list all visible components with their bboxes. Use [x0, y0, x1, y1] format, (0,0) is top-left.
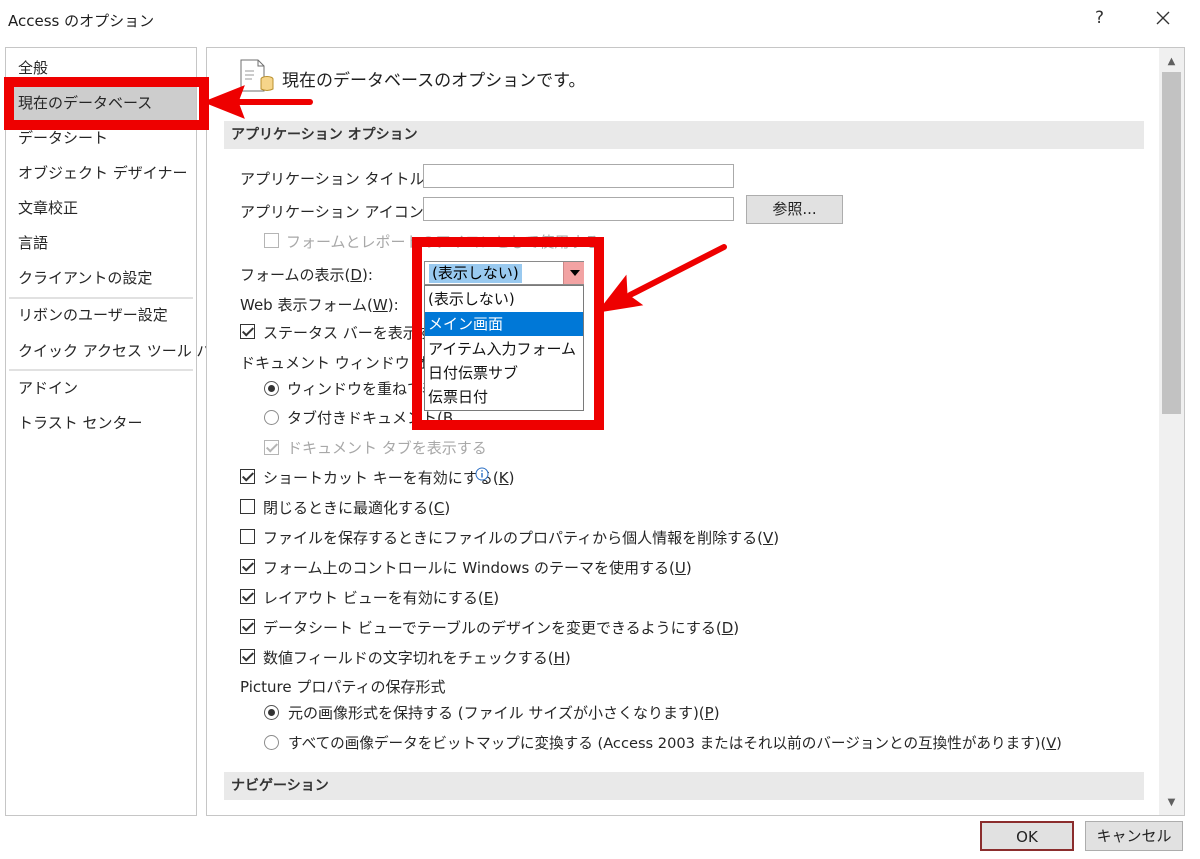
preserve-format-label: 元の画像形式を保持する (ファイル サイズが小さくなります)(P)	[288, 704, 720, 722]
info-icon[interactable]	[475, 467, 489, 481]
datasheet-design-checkbox[interactable]	[240, 619, 255, 634]
datasheet-design-label: データシート ビューでテーブルのデザインを変更できるようにする(D)	[263, 619, 740, 637]
status-bar-checkbox[interactable]	[240, 324, 255, 339]
display-form-label: フォームの表示(D):	[240, 266, 373, 284]
scroll-down-icon[interactable]: ▼	[1161, 793, 1182, 813]
window-title: Access のオプション	[8, 12, 155, 30]
preserve-format-radio[interactable]	[264, 705, 279, 720]
options-sidebar: 全般 現在のデータベース データシート オブジェクト デザイナー 文章校正 言語…	[5, 47, 227, 816]
app-icon-label: アプリケーション アイコン(I):	[240, 203, 445, 221]
tabbed-docs-radio[interactable]	[264, 410, 279, 425]
sidebar-item-client-settings[interactable]: クライアントの設定	[6, 261, 196, 296]
layout-view-label: レイアウト ビューを有効にする(E)	[263, 589, 500, 607]
numeric-truncation-checkbox[interactable]	[240, 649, 255, 664]
form-report-icon-checkbox[interactable]	[264, 233, 279, 248]
convert-bitmap-label: すべての画像データをビットマップに変換する (Access 2003 またはそれ…	[288, 735, 1062, 752]
remove-personal-info-label: ファイルを保存するときにファイルのプロパティから個人情報を削除する(V)	[263, 529, 780, 547]
compact-on-close-label: 閉じるときに最適化する(C)	[263, 499, 451, 517]
app-title-label: アプリケーション タイトル(T):	[240, 170, 450, 188]
app-icon-input[interactable]	[423, 197, 734, 221]
help-button[interactable]: ?	[1095, 8, 1104, 28]
cancel-button[interactable]: キャンセル	[1085, 821, 1183, 851]
database-options-icon	[240, 59, 274, 92]
sidebar-item-object-designers[interactable]: オブジェクト デザイナー	[6, 156, 196, 191]
section-application-options: アプリケーション オプション	[224, 121, 1144, 149]
show-doc-tabs-label: ドキュメント タブを表示する	[287, 439, 487, 457]
sidebar-item-quick-access-toolbar[interactable]: クイック アクセス ツール バー	[6, 334, 227, 369]
sidebar-item-language[interactable]: 言語	[6, 226, 196, 261]
remove-personal-info-checkbox[interactable]	[240, 529, 255, 544]
show-doc-tabs-checkbox[interactable]	[264, 440, 279, 455]
page-header: 現在のデータベースのオプションです。	[282, 71, 586, 91]
ok-button[interactable]: OK	[980, 821, 1074, 851]
windows-theme-label: フォーム上のコントロールに Windows のテーマを使用する(U)	[263, 559, 692, 577]
browse-button[interactable]: 参照...	[746, 195, 843, 224]
annotation-highlight-dropdown	[412, 237, 604, 430]
annotation-highlight-sidebar	[4, 77, 209, 130]
overlap-windows-radio[interactable]	[264, 381, 279, 396]
scroll-up-icon[interactable]: ▲	[1161, 52, 1182, 72]
web-display-form-label: Web 表示フォーム(W):	[240, 296, 399, 314]
layout-view-checkbox[interactable]	[240, 589, 255, 604]
convert-bitmap-radio[interactable]	[264, 735, 279, 750]
numeric-truncation-label: 数値フィールドの文字切れをチェックする(H)	[263, 649, 571, 667]
app-title-input[interactable]	[423, 164, 734, 188]
picture-storage-label: Picture プロパティの保存形式	[240, 678, 446, 696]
sidebar-item-proofing[interactable]: 文章校正	[6, 191, 196, 226]
sidebar-item-add-ins[interactable]: アドイン	[6, 371, 196, 406]
windows-theme-checkbox[interactable]	[240, 559, 255, 574]
options-content-panel	[206, 47, 1185, 816]
section-navigation: ナビゲーション	[224, 772, 1144, 800]
scroll-thumb[interactable]	[1162, 72, 1181, 414]
close-icon[interactable]	[1150, 5, 1176, 31]
title-bar: Access のオプション ?	[0, 0, 1200, 40]
sidebar-item-customize-ribbon[interactable]: リボンのユーザー設定	[6, 298, 196, 333]
shortcut-keys-checkbox[interactable]	[240, 469, 255, 484]
sidebar-item-trust-center[interactable]: トラスト センター	[6, 406, 196, 441]
compact-on-close-checkbox[interactable]	[240, 499, 255, 514]
